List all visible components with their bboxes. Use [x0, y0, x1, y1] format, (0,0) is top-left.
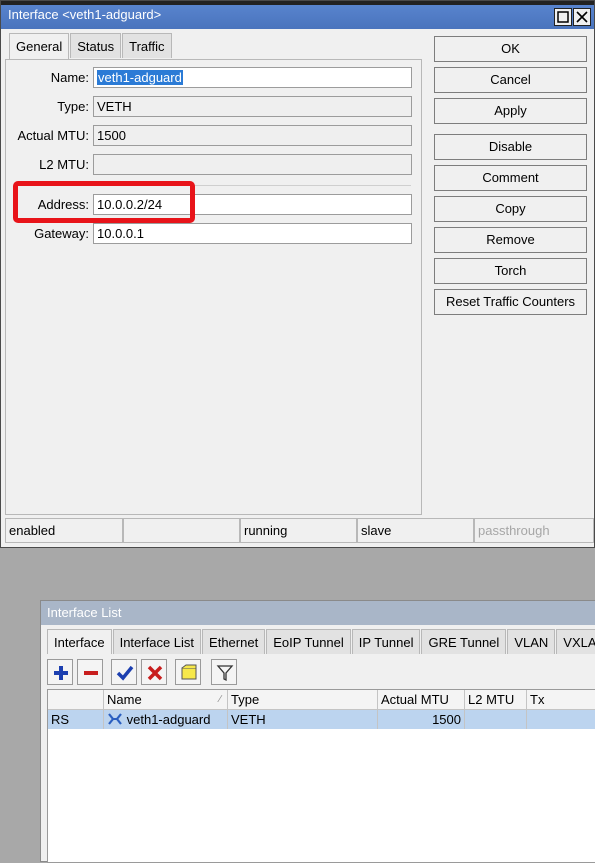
table-row[interactable]: RS veth1-adguard VETH 1500	[48, 710, 595, 729]
tab-eoip-tunnel[interactable]: EoIP Tunnel	[266, 629, 351, 654]
l2-mtu-label: L2 MTU:	[39, 157, 89, 172]
type-row: Type:	[1, 96, 89, 118]
interface-table: Name ∕ Type Actual MTU L2 MTU Tx RS veth…	[47, 689, 595, 863]
status-empty	[123, 518, 240, 543]
list-title: Interface List	[47, 605, 122, 620]
address-highlight-box	[13, 181, 195, 223]
col-name-label: Name	[107, 692, 142, 707]
top-edge	[1, 1, 594, 5]
name-label: Name:	[50, 70, 89, 85]
col-flags[interactable]	[48, 690, 104, 710]
list-titlebar: Interface List	[41, 601, 595, 625]
type-field: VETH	[93, 96, 412, 117]
tab-general[interactable]: General	[9, 33, 70, 60]
tab-ip-tunnel[interactable]: IP Tunnel	[351, 629, 421, 654]
dialog-title: Interface <veth1-adguard>	[8, 7, 162, 22]
add-button[interactable]	[47, 659, 73, 685]
tab-traffic[interactable]: Traffic	[122, 33, 172, 58]
col-type[interactable]: Type	[228, 690, 378, 710]
remove-button[interactable]: Remove	[434, 227, 587, 253]
sort-indicator-icon: ∕	[219, 694, 221, 705]
plus-icon	[54, 666, 68, 680]
comment-button[interactable]: Comment	[434, 165, 587, 191]
minus-icon	[84, 671, 98, 675]
dialog-tabs: General Status Traffic	[9, 33, 173, 60]
enable-button[interactable]	[111, 659, 137, 685]
close-icon	[576, 11, 588, 23]
l2-mtu-field	[93, 154, 412, 175]
cell-type: VETH	[228, 710, 378, 729]
note-icon	[181, 664, 197, 680]
interface-icon	[108, 713, 122, 725]
gateway-label: Gateway:	[34, 226, 89, 241]
name-field[interactable]: veth1-adguard	[93, 67, 412, 88]
disable-button[interactable]: Disable	[434, 134, 587, 160]
filter-icon	[216, 665, 234, 682]
disable-button-list[interactable]	[141, 659, 167, 685]
maximize-button[interactable]	[554, 8, 572, 26]
comment-button-list[interactable]	[175, 659, 201, 685]
gateway-row: Gateway:	[1, 223, 89, 245]
status-running: running	[240, 518, 357, 543]
tab-ethernet[interactable]: Ethernet	[202, 629, 266, 654]
tab-status[interactable]: Status	[70, 33, 122, 58]
status-bar: enabled running slave passthrough	[5, 518, 595, 543]
close-button[interactable]	[573, 8, 591, 26]
col-actual-mtu[interactable]: Actual MTU	[378, 690, 465, 710]
tab-vlan[interactable]: VLAN	[507, 629, 556, 654]
cell-l2-mtu	[465, 710, 527, 729]
torch-button[interactable]: Torch	[434, 258, 587, 284]
status-enabled: enabled	[5, 518, 123, 543]
apply-button[interactable]: Apply	[434, 98, 587, 124]
actual-mtu-row: Actual MTU:	[1, 125, 89, 147]
tab-interface[interactable]: Interface	[47, 629, 112, 654]
cross-icon	[147, 665, 163, 681]
dialog-titlebar: Interface <veth1-adguard>	[1, 1, 594, 29]
reset-traffic-counters-button[interactable]: Reset Traffic Counters	[434, 289, 587, 315]
maximize-icon	[557, 11, 569, 23]
l2-mtu-row: L2 MTU:	[1, 154, 89, 176]
status-passthrough: passthrough	[474, 518, 594, 543]
gateway-field[interactable]: 10.0.0.1	[93, 223, 412, 244]
check-icon	[116, 665, 134, 681]
tab-interface-list[interactable]: Interface List	[112, 629, 202, 654]
name-value: veth1-adguard	[97, 70, 183, 85]
type-value: VETH	[97, 99, 132, 114]
cancel-button[interactable]: Cancel	[434, 67, 587, 93]
remove-button-list[interactable]	[77, 659, 103, 685]
tab-gre-tunnel[interactable]: GRE Tunnel	[421, 629, 507, 654]
col-name[interactable]: Name ∕	[104, 690, 228, 710]
type-label: Type:	[57, 99, 89, 114]
col-tx[interactable]: Tx	[527, 690, 595, 710]
copy-button[interactable]: Copy	[434, 196, 587, 222]
cell-tx	[527, 710, 595, 729]
interface-dialog: Interface <veth1-adguard> General Status…	[0, 0, 595, 548]
gateway-value: 10.0.0.1	[97, 226, 144, 241]
status-slave: slave	[357, 518, 474, 543]
name-row: Name:	[1, 67, 89, 89]
filter-button[interactable]	[211, 659, 237, 685]
col-l2-mtu[interactable]: L2 MTU	[465, 690, 527, 710]
cell-actual-mtu: 1500	[378, 710, 465, 729]
interface-list-window: Interface List Interface Interface List …	[40, 600, 595, 863]
ok-button[interactable]: OK	[434, 36, 587, 62]
cell-flags: RS	[48, 710, 104, 729]
actual-mtu-value: 1500	[97, 128, 126, 143]
actual-mtu-field: 1500	[93, 125, 412, 146]
tab-vxlan[interactable]: VXLA	[556, 629, 595, 654]
list-tabs: Interface Interface List Ethernet EoIP T…	[47, 629, 595, 654]
cell-name-text: veth1-adguard	[126, 712, 211, 727]
cell-name: veth1-adguard	[104, 710, 228, 729]
actual-mtu-label: Actual MTU:	[17, 128, 89, 143]
